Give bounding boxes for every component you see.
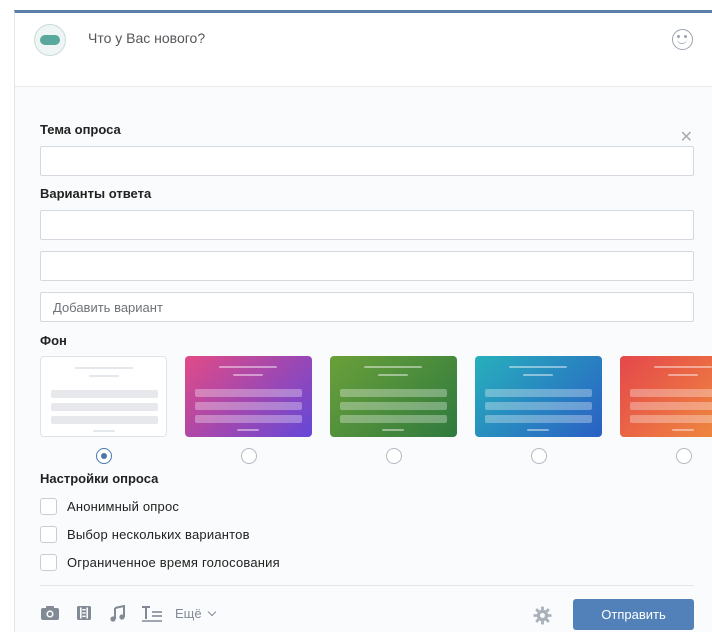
chevron-down-icon xyxy=(207,607,217,617)
background-option-green[interactable] xyxy=(330,356,457,437)
tile-line xyxy=(509,366,567,368)
emoji-icon[interactable] xyxy=(672,29,693,50)
background-radio-white[interactable] xyxy=(96,448,112,464)
send-button[interactable]: Отправить xyxy=(573,599,694,630)
checkbox-label: Ограниченное время голосования xyxy=(67,554,280,570)
background-label: Фон xyxy=(40,333,67,348)
background-option-red-orange[interactable] xyxy=(620,356,712,437)
tile-line xyxy=(654,366,712,368)
more-label: Ещё xyxy=(175,606,202,621)
tile-bar xyxy=(485,415,592,423)
tile-bar xyxy=(51,403,158,411)
tile-line xyxy=(93,430,115,432)
tile-line xyxy=(219,366,277,368)
checkbox[interactable] xyxy=(40,553,57,571)
background-option-teal-blue[interactable] xyxy=(475,356,602,437)
poll-panel: Тема опроса ✕ Варианты ответа Фон Настро… xyxy=(15,87,712,632)
avatar[interactable] xyxy=(34,24,66,56)
checkbox-label: Выбор нескольких вариантов xyxy=(67,526,250,542)
multiple-choice-checkbox[interactable]: Выбор нескольких вариантов xyxy=(40,525,250,543)
answer-input-1[interactable] xyxy=(40,210,694,240)
tile-bar xyxy=(340,415,447,423)
settings-label: Настройки опроса xyxy=(40,471,159,486)
tile-line xyxy=(364,366,422,368)
background-radio-pink-purple[interactable] xyxy=(241,448,257,464)
anonymous-poll-checkbox[interactable]: Анонимный опрос xyxy=(40,497,179,515)
tile-bar xyxy=(630,389,712,397)
status-row: Что у Вас нового? xyxy=(15,13,712,87)
tile-line xyxy=(233,374,263,376)
topic-label: Тема опроса xyxy=(40,122,121,137)
checkbox[interactable] xyxy=(40,525,57,543)
checkbox-label: Анонимный опрос xyxy=(67,498,180,514)
time-limit-checkbox[interactable]: Ограниченное время голосования xyxy=(40,553,280,571)
video-icon[interactable] xyxy=(76,605,92,621)
checkbox[interactable] xyxy=(40,497,57,515)
more-button[interactable]: Ещё xyxy=(175,606,217,621)
tile-bar xyxy=(340,389,447,397)
divider xyxy=(40,585,694,586)
background-radio-red-orange[interactable] xyxy=(676,448,692,464)
tile-bar xyxy=(485,389,592,397)
tile-line xyxy=(527,429,549,431)
answers-label: Варианты ответа xyxy=(40,186,152,201)
tile-bar xyxy=(195,389,302,397)
topic-input[interactable] xyxy=(40,146,694,176)
tile-line xyxy=(75,367,133,369)
text-format-icon[interactable] xyxy=(141,605,163,622)
close-icon[interactable]: ✕ xyxy=(680,127,693,147)
background-option-pink-purple[interactable] xyxy=(185,356,312,437)
tile-line xyxy=(523,374,553,376)
status-input[interactable]: Что у Вас нового? xyxy=(88,30,205,46)
background-option-white[interactable] xyxy=(40,356,167,437)
tile-bar xyxy=(51,390,158,398)
tile-bar xyxy=(630,402,712,410)
tile-bar xyxy=(195,415,302,423)
answer-input-2[interactable] xyxy=(40,251,694,281)
tile-line xyxy=(237,429,259,431)
tile-bar xyxy=(51,416,158,424)
background-radio-teal-blue[interactable] xyxy=(531,448,547,464)
tile-bar xyxy=(340,402,447,410)
post-composer: Что у Вас нового? Тема опроса ✕ Варианты… xyxy=(14,10,712,632)
tile-line xyxy=(382,429,404,431)
camera-icon[interactable] xyxy=(40,605,60,621)
background-radio-green[interactable] xyxy=(386,448,402,464)
add-option-input[interactable] xyxy=(40,292,694,322)
music-icon[interactable] xyxy=(109,605,126,622)
tile-line xyxy=(378,374,408,376)
tile-bar xyxy=(195,402,302,410)
avatar-logo xyxy=(40,35,60,45)
tile-bar xyxy=(630,415,712,423)
tile-bar xyxy=(485,402,592,410)
gear-icon[interactable] xyxy=(533,606,552,625)
tile-line xyxy=(668,374,698,376)
tile-line xyxy=(672,429,694,431)
tile-line xyxy=(89,375,119,377)
